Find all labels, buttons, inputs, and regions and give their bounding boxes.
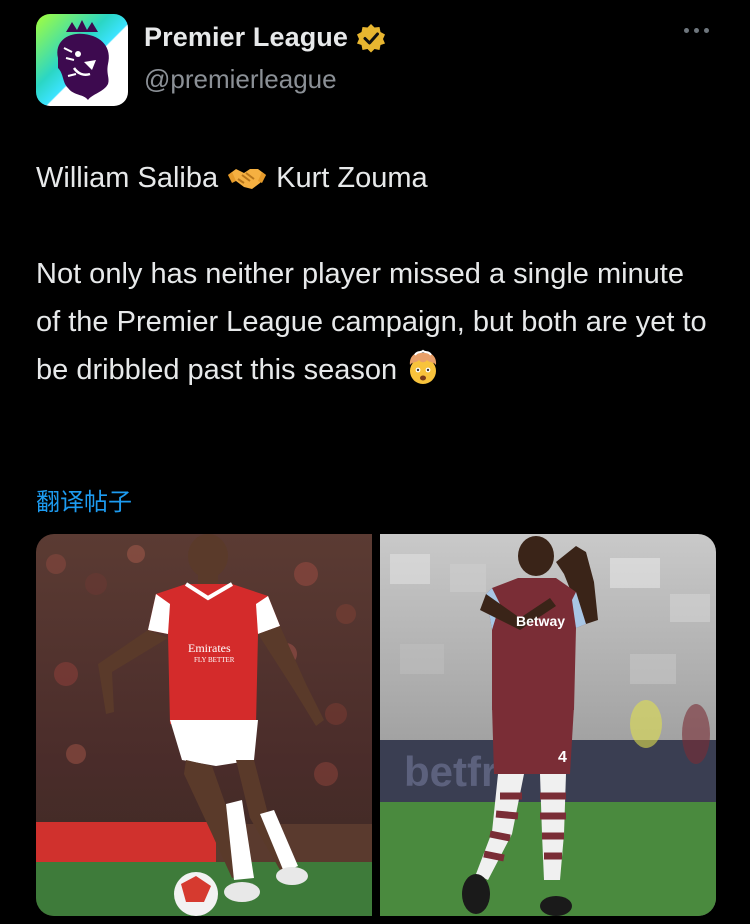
kit-sponsor-text: Betway [516,613,565,629]
media-grid: Emirates FLY BETTER betfr Betway 4 [36,534,716,916]
player-name-b: Kurt Zouma [276,162,428,194]
translate-post-link[interactable]: 翻译帖子 [36,482,132,517]
tweet-body: Not only has neither player missed a sin… [36,250,716,394]
svg-text:betfr: betfr [404,748,497,795]
display-name[interactable]: Premier League [144,22,348,53]
premier-league-lion-icon [57,20,109,101]
avatar[interactable] [36,14,128,106]
tweet-line-names: William Saliba Kurt Zouma [36,156,716,200]
kit-number: 4 [558,749,567,766]
verified-badge-icon [357,23,385,52]
exploding-head-emoji-icon [410,349,437,384]
account-handle[interactable]: @premierleague [144,64,337,95]
name-row: Premier League [144,22,386,53]
tweet-text: William Saliba Kurt Zouma Not only has n… [36,156,716,394]
kit-sponsor-subtext: FLY BETTER [194,656,235,664]
player-name-a: William Saliba [36,162,219,194]
zouma-photo-image: betfr Betway 4 [380,534,716,916]
more-options-icon[interactable] [684,28,714,38]
kit-sponsor-text: Emirates [188,641,231,655]
tweet-header: Premier League @premierleague [36,14,716,106]
zouma-photo[interactable]: betfr Betway 4 [380,534,716,916]
tweet-body-text: Not only has neither player missed a sin… [36,258,707,386]
saliba-photo-image: Emirates FLY BETTER [36,534,372,916]
handshake-emoji-icon [228,169,267,189]
saliba-photo[interactable]: Emirates FLY BETTER [36,534,372,916]
